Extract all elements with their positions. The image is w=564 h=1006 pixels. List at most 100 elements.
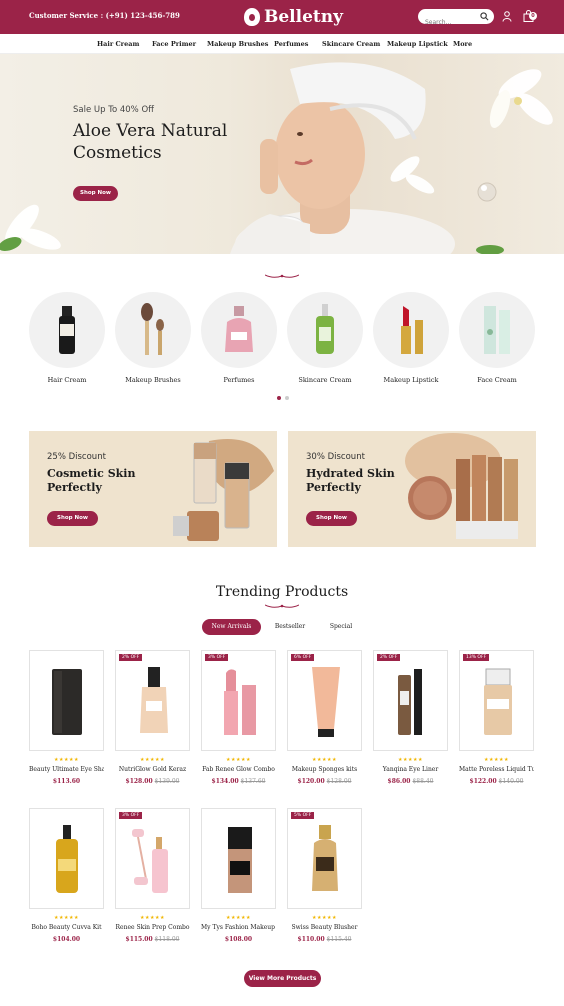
nav-item-face-primer[interactable]: Face Primer <box>152 40 196 48</box>
rating-stars: ★★★★★ <box>54 915 79 921</box>
current-price: $113.60 <box>52 778 81 785</box>
product-price: $115.00 $118.00 <box>115 936 190 943</box>
hero-banner: Sale Up To 40% Off Aloe Vera Natural Cos… <box>0 54 564 254</box>
category-label: Makeup Brushes <box>125 376 181 384</box>
category-hair-cream[interactable]: Hair Cream <box>29 292 105 384</box>
product-card[interactable]: 3% OFF ★★★★★ Renee Skin Prep Combo $115.… <box>115 808 190 943</box>
product-name[interactable]: Swiss Beauty Blusher <box>287 924 362 931</box>
product-card[interactable]: 2% OFF ★★★★★ NutriGlow Gold Keraz $128.0… <box>115 650 190 785</box>
rating-stars: ★★★★★ <box>226 915 251 921</box>
hero-shop-now-button[interactable]: Shop Now <box>73 186 118 201</box>
rating-stars: ★★★★★ <box>484 757 509 763</box>
product-card[interactable]: ★★★★★ Beauty Ultimate Eye Shad... $113.6… <box>29 650 104 785</box>
rating-stars: ★★★★★ <box>226 757 251 763</box>
discount-badge: 6% OFF <box>291 654 315 661</box>
rating-stars: ★★★★★ <box>140 757 165 763</box>
makeup-bottle-image <box>228 827 252 893</box>
category-image <box>373 292 449 368</box>
nav-item-skincare-cream[interactable]: Skincare Cream <box>322 40 380 48</box>
product-name[interactable]: Beauty Ultimate Eye Shad... <box>29 766 104 773</box>
promo-shop-now-button[interactable]: Shop Now <box>306 511 357 526</box>
nav-item-makeup-lipstick[interactable]: Makeup Lipstick <box>387 40 448 48</box>
carousel-dot[interactable] <box>277 396 281 400</box>
product-card[interactable]: 2% OFF ★★★★★ Yanqina Eye Liner $86.00 $88… <box>373 650 448 785</box>
lipstick-icon <box>401 306 423 354</box>
main-nav: Hair Cream Face Primer Makeup Brushes Pe… <box>0 34 564 54</box>
product-name[interactable]: Matte Poreless Liquid Tube <box>459 766 534 773</box>
current-price: $110.00 <box>297 936 325 943</box>
hair-cream-bottle-icon <box>59 306 75 354</box>
ornament-divider <box>265 274 299 278</box>
product-image <box>29 650 104 751</box>
product-name[interactable]: Makeup Sponges kits <box>287 766 362 773</box>
product-card[interactable]: 5% OFF ★★★★★ Swiss Beauty Blusher $110.0… <box>287 808 362 943</box>
makeup-sticks-image <box>405 433 518 539</box>
product-card[interactable]: 13% OFF ★★★★★ Matte Poreless Liquid Tube… <box>459 650 534 785</box>
current-price: $115.00 <box>125 936 153 943</box>
product-image <box>201 808 276 909</box>
product-name[interactable]: Fab Renee Glow Combo <box>201 766 276 773</box>
skincare-bottle-icon <box>316 304 334 354</box>
product-card[interactable]: ★★★★★ Boho Beauty Cuvva Kit $104.00 <box>29 808 104 943</box>
logo-text: Belletny <box>264 7 344 27</box>
product-image: 2% OFF <box>373 650 448 751</box>
category-skincare-cream[interactable]: Skincare Cream <box>287 292 363 384</box>
category-perfumes[interactable]: Perfumes <box>201 292 277 384</box>
face-roller-image <box>132 829 168 893</box>
rating-stars: ★★★★★ <box>54 757 79 763</box>
product-price: $122.00 $140.00 <box>459 778 534 785</box>
category-label: Face Cream <box>477 376 517 384</box>
discount-badge: 3% OFF <box>205 654 229 661</box>
lipstick-image <box>224 669 256 735</box>
category-image <box>459 292 535 368</box>
rating-stars: ★★★★★ <box>398 757 423 763</box>
product-card[interactable]: 3% OFF ★★★★★ Fab Renee Glow Combo $134.0… <box>201 650 276 785</box>
search-icon[interactable] <box>480 12 489 21</box>
foundation-bottle-image <box>140 667 168 733</box>
product-image: 6% OFF <box>287 650 362 751</box>
search-input[interactable] <box>418 15 478 30</box>
nav-item-hair-cream[interactable]: Hair Cream <box>97 40 139 48</box>
product-name[interactable]: Renee Skin Prep Combo <box>115 924 190 931</box>
product-name[interactable]: My Tys Fashion Makeup Kit <box>201 924 276 931</box>
nav-item-makeup-brushes[interactable]: Makeup Brushes <box>207 40 268 48</box>
product-name[interactable]: Boho Beauty Cuvva Kit <box>29 924 104 931</box>
category-label: Hair Cream <box>47 376 87 384</box>
product-price: $113.60 <box>29 778 104 785</box>
promo-banner-2[interactable]: 30% Discount Hydrated Skin Perfectly Sho… <box>288 431 536 547</box>
tab-new-arrivals[interactable]: New Arrivals <box>202 619 261 635</box>
category-makeup-lipstick[interactable]: Makeup Lipstick <box>373 292 449 384</box>
eye-shadow-stick-image <box>52 669 82 735</box>
nav-item-perfumes[interactable]: Perfumes <box>274 40 308 48</box>
promo-shop-now-button[interactable]: Shop Now <box>47 511 98 526</box>
liquid-foundation-image <box>484 668 512 735</box>
product-name[interactable]: NutriGlow Gold Keraz <box>115 766 190 773</box>
tab-special[interactable]: Special <box>324 619 358 635</box>
product-card[interactable]: ★★★★★ My Tys Fashion Makeup Kit $108.00 <box>201 808 276 943</box>
category-label: Skincare Cream <box>298 376 352 384</box>
tab-bestseller[interactable]: Bestseller <box>272 619 308 635</box>
promo-banner-1[interactable]: 25% Discount Cosmetic Skin Perfectly Sho… <box>29 431 277 547</box>
old-price: $115.40 <box>326 936 352 943</box>
blusher-bottle-image <box>312 825 338 891</box>
product-name[interactable]: Yanqina Eye Liner <box>373 766 448 773</box>
old-price: $118.00 <box>154 936 180 943</box>
category-face-cream[interactable]: Face Cream <box>459 292 535 384</box>
current-price: $120.00 <box>297 778 325 785</box>
view-more-products-button[interactable]: View More Products <box>244 970 321 987</box>
category-makeup-brushes[interactable]: Makeup Brushes <box>115 292 191 384</box>
old-price: $137.60 <box>240 778 266 785</box>
logo[interactable]: Belletny <box>244 6 343 28</box>
current-price: $86.00 <box>387 778 411 785</box>
search-box <box>418 9 494 30</box>
user-icon[interactable] <box>502 11 512 22</box>
product-image <box>29 808 104 909</box>
product-image: 5% OFF <box>287 808 362 909</box>
nav-item-more[interactable]: More <box>453 40 472 48</box>
perfume-bottle-icon <box>225 306 253 352</box>
top-header-bar: Customer Service : (+91) 123-456-789 Bel… <box>0 0 564 34</box>
carousel-dot[interactable] <box>285 396 289 400</box>
product-price: $128.00 $139.00 <box>115 778 190 785</box>
product-card[interactable]: 6% OFF ★★★★★ Makeup Sponges kits $120.00… <box>287 650 362 785</box>
category-carousel: Hair Cream Makeup Brushes Perfumes Skinc… <box>0 292 564 392</box>
